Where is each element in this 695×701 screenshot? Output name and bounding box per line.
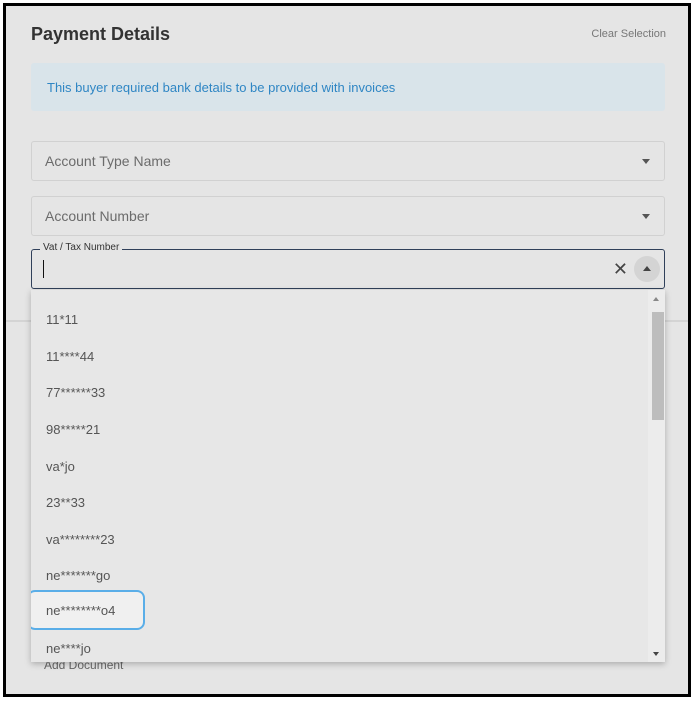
dropdown-option[interactable]: 23**33 <box>46 495 85 510</box>
dropdown-option[interactable]: ne*******go <box>46 568 110 583</box>
chevron-down-icon[interactable] <box>642 159 650 164</box>
vat-number-label: Vat / Tax Number <box>40 242 123 253</box>
dropdown-option[interactable]: 77******33 <box>46 385 105 400</box>
dropdown-option[interactable]: va*jo <box>46 459 75 474</box>
scroll-up-arrow-icon[interactable] <box>653 297 659 301</box>
account-number-select[interactable]: Account Number <box>31 196 665 236</box>
dropdown-option-selected[interactable]: ne********o4 <box>31 590 145 630</box>
vat-options-dropdown[interactable]: 11*11 11****44 77******33 98*****21 va*j… <box>31 290 665 662</box>
dropdown-option[interactable]: ne****jo <box>46 641 91 656</box>
close-icon[interactable]: ✕ <box>613 259 628 279</box>
account-number-placeholder: Account Number <box>45 208 150 224</box>
account-type-select[interactable]: Account Type Name <box>31 141 665 181</box>
scrollbar-thumb[interactable] <box>652 312 664 420</box>
dropdown-option[interactable]: 98*****21 <box>46 422 100 437</box>
dropdown-scrollbar[interactable] <box>648 290 665 662</box>
vat-number-field[interactable]: Vat / Tax Number ✕ <box>31 242 665 289</box>
info-banner: This buyer required bank details to be p… <box>31 63 665 111</box>
clear-selection-link[interactable]: Clear Selection <box>591 28 666 40</box>
scroll-down-arrow-icon[interactable] <box>653 652 659 656</box>
page-title: Payment Details <box>31 24 171 44</box>
dropdown-option[interactable]: va********23 <box>46 532 115 547</box>
text-cursor <box>43 260 44 278</box>
account-type-placeholder: Account Type Name <box>45 153 171 169</box>
dropdown-option[interactable]: 11****44 <box>46 349 94 364</box>
payment-details-panel: Payment Details Clear Selection This buy… <box>3 3 691 697</box>
chevron-down-icon[interactable] <box>642 214 650 219</box>
dropdown-option[interactable]: 11*11 <box>46 312 78 327</box>
info-banner-text: This buyer required bank details to be p… <box>47 79 396 95</box>
chevron-up-icon[interactable] <box>634 256 660 282</box>
